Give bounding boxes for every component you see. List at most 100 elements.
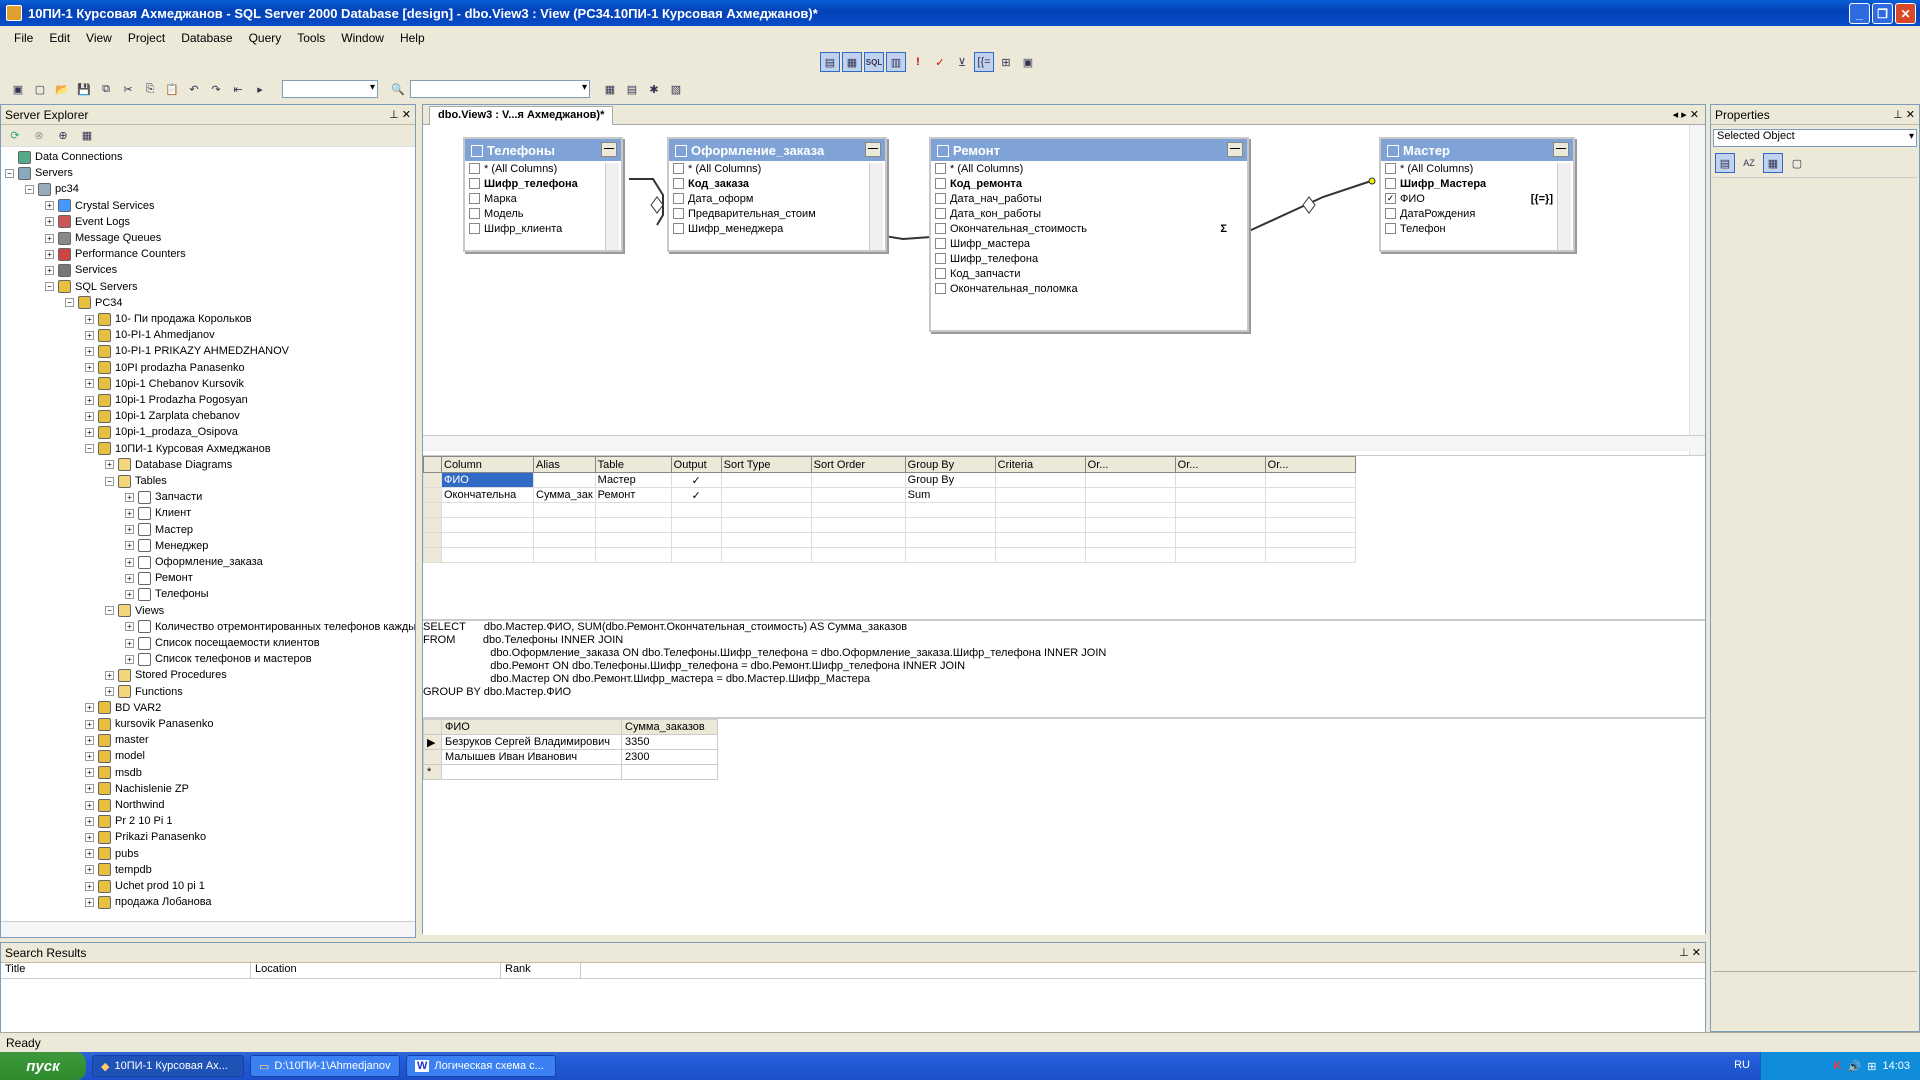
grid-cell[interactable]: Сумма_зак bbox=[533, 487, 596, 503]
grid-cell[interactable] bbox=[1264, 532, 1356, 548]
column-checkbox[interactable] bbox=[673, 223, 684, 234]
current-row-icon[interactable]: ▶ bbox=[423, 734, 442, 750]
grid-cell[interactable] bbox=[1084, 517, 1176, 533]
grid-cell[interactable] bbox=[1174, 487, 1266, 503]
grid-cell[interactable] bbox=[1174, 502, 1266, 518]
tree-node[interactable]: + kursovik Panasenko bbox=[85, 716, 213, 732]
expand-icon[interactable]: + bbox=[125, 573, 134, 583]
minimize-button[interactable]: _ bbox=[1849, 3, 1870, 24]
row-selector[interactable] bbox=[423, 487, 442, 503]
results-cell[interactable]: 3350 bbox=[621, 734, 718, 750]
tree-node[interactable]: + pubs bbox=[85, 846, 139, 862]
grid-cell[interactable] bbox=[1174, 547, 1266, 563]
grid-cell[interactable] bbox=[720, 502, 812, 518]
results-cell[interactable]: Безруков Сергей Владимирович bbox=[441, 734, 622, 750]
grid-row[interactable]: ФИО Мастер ✓ Group By bbox=[423, 472, 1356, 488]
tree-node[interactable]: +10-PI-1 PRIKAZY AHMEDZHANOV bbox=[85, 343, 289, 359]
column-checkbox[interactable] bbox=[1385, 223, 1396, 234]
tree-node[interactable]: + Database Diagrams bbox=[105, 457, 232, 473]
collapse-icon[interactable]: − bbox=[85, 444, 94, 454]
grid-cell[interactable] bbox=[1084, 547, 1176, 563]
tree-node[interactable]: − PC34 bbox=[65, 295, 123, 311]
grid-column-header[interactable]: Alias bbox=[533, 456, 596, 473]
column-checkbox[interactable] bbox=[935, 163, 946, 174]
diagram-column[interactable]: Дата_нач_работы bbox=[931, 191, 1247, 206]
minimize-table-icon[interactable]: — bbox=[601, 142, 617, 157]
expand-icon[interactable]: + bbox=[125, 557, 134, 567]
save-all-icon[interactable]: ⧉ bbox=[96, 79, 116, 99]
grid-cell[interactable] bbox=[994, 502, 1086, 518]
grid-cell[interactable] bbox=[720, 517, 812, 533]
show-sql-pane-icon[interactable]: SQL bbox=[864, 52, 884, 72]
tree-node[interactable]: + tempdb bbox=[85, 862, 152, 878]
expand-icon[interactable]: + bbox=[85, 897, 94, 907]
diagram-column[interactable]: Шифр_телефона bbox=[931, 251, 1247, 266]
grid-cell[interactable] bbox=[670, 502, 722, 518]
find-combo[interactable] bbox=[410, 80, 590, 98]
clock[interactable]: 14:03 bbox=[1882, 1060, 1910, 1072]
stop-icon[interactable]: ⊗ bbox=[29, 126, 49, 146]
expand-icon[interactable]: + bbox=[125, 508, 134, 518]
tree-node[interactable]: + Клиент bbox=[125, 505, 191, 521]
column-checkbox[interactable] bbox=[469, 223, 480, 234]
column-checkbox[interactable] bbox=[673, 163, 684, 174]
add-table-icon[interactable]: ⊞ bbox=[996, 52, 1016, 72]
maximize-button[interactable]: ❐ bbox=[1872, 3, 1893, 24]
expand-icon[interactable]: + bbox=[125, 589, 134, 599]
tree-node[interactable]: + Телефоны bbox=[125, 586, 209, 602]
tree-node[interactable]: − pc34 bbox=[25, 181, 79, 197]
expand-icon[interactable]: + bbox=[45, 265, 54, 275]
taskbar-item-sql[interactable]: ◆ 10ПИ-1 Курсовая Ах... bbox=[92, 1055, 244, 1077]
expand-icon[interactable]: + bbox=[85, 363, 94, 373]
grid-cell[interactable] bbox=[1174, 517, 1266, 533]
diagram-horizontal-scrollbar[interactable] bbox=[423, 435, 1705, 451]
diagram-column[interactable]: Шифр_менеджера bbox=[669, 221, 885, 236]
tree-node[interactable]: + Services bbox=[45, 262, 117, 278]
row-selector[interactable] bbox=[423, 547, 442, 563]
redo-icon[interactable]: ↷ bbox=[206, 79, 226, 99]
tree-node[interactable]: + master bbox=[85, 732, 149, 748]
tree-node[interactable]: + Uchet prod 10 pi 1 bbox=[85, 878, 205, 894]
open-icon[interactable]: 📂 bbox=[52, 79, 72, 99]
row-selector[interactable] bbox=[423, 749, 442, 765]
column-checkbox[interactable] bbox=[469, 178, 480, 189]
results-row[interactable]: ▶ Безруков Сергей Владимирович 3350 bbox=[423, 734, 718, 750]
table-scrollbar[interactable] bbox=[869, 163, 883, 250]
grid-cell[interactable]: Мастер bbox=[594, 472, 672, 488]
expand-icon[interactable]: + bbox=[85, 411, 94, 421]
new-row-icon[interactable]: * bbox=[423, 764, 442, 780]
add-item-icon[interactable]: ▢ bbox=[30, 79, 50, 99]
diagram-column[interactable]: Предварительная_стоим bbox=[669, 206, 885, 221]
diagram-table[interactable]: Мастер — * (All Columns) Шифр_Мастера ✓ ФИО [{… bbox=[1379, 137, 1575, 252]
column-checkbox[interactable] bbox=[935, 208, 946, 219]
remove-filter-icon[interactable]: ⊻ bbox=[952, 52, 972, 72]
tree-node[interactable]: − Servers bbox=[5, 165, 73, 181]
grid-cell[interactable] bbox=[441, 517, 534, 533]
grid-cell[interactable] bbox=[994, 532, 1086, 548]
expand-icon[interactable]: + bbox=[85, 881, 94, 891]
tree-node[interactable]: + msdb bbox=[85, 765, 142, 781]
menu-view[interactable]: View bbox=[78, 31, 120, 45]
categorized-icon[interactable]: ▤ bbox=[1715, 153, 1735, 173]
grid-cell[interactable] bbox=[1174, 532, 1266, 548]
diagram-column[interactable]: Код_заказа bbox=[669, 176, 885, 191]
grid-cell[interactable] bbox=[810, 487, 906, 503]
tree-node[interactable]: +10- Пи продажа Корольков bbox=[85, 311, 252, 327]
grid-cell[interactable] bbox=[1264, 547, 1356, 563]
grid-cell[interactable] bbox=[441, 532, 534, 548]
sql-pane[interactable]: SELECT dbo.Мастер.ФИО, SUM(dbo.Ремонт.Ок… bbox=[423, 619, 1705, 715]
tree-node[interactable]: +10pi-1 Chebanov Kursovik bbox=[85, 376, 244, 392]
grid-row[interactable] bbox=[423, 532, 1356, 548]
expand-icon[interactable]: + bbox=[85, 800, 94, 810]
toolbox-icon[interactable]: ✱ bbox=[644, 79, 664, 99]
selected-object-combo[interactable]: Selected Object bbox=[1713, 129, 1917, 147]
tree-node[interactable]: + продажа Лобанова bbox=[85, 894, 212, 910]
grid-column-header[interactable]: Column bbox=[441, 456, 534, 473]
tree-node[interactable]: + Event Logs bbox=[45, 214, 130, 230]
refresh-icon[interactable]: ⟳ bbox=[5, 126, 25, 146]
menu-tools[interactable]: Tools bbox=[289, 31, 333, 45]
column-checkbox[interactable] bbox=[1385, 163, 1396, 174]
pin-close-icon[interactable]: ⊥ ✕ bbox=[1679, 946, 1701, 959]
sql-line[interactable]: FROM dbo.Телефоны INNER JOIN bbox=[423, 634, 1705, 647]
diagram-column[interactable]: Дата_кон_работы bbox=[931, 206, 1247, 221]
